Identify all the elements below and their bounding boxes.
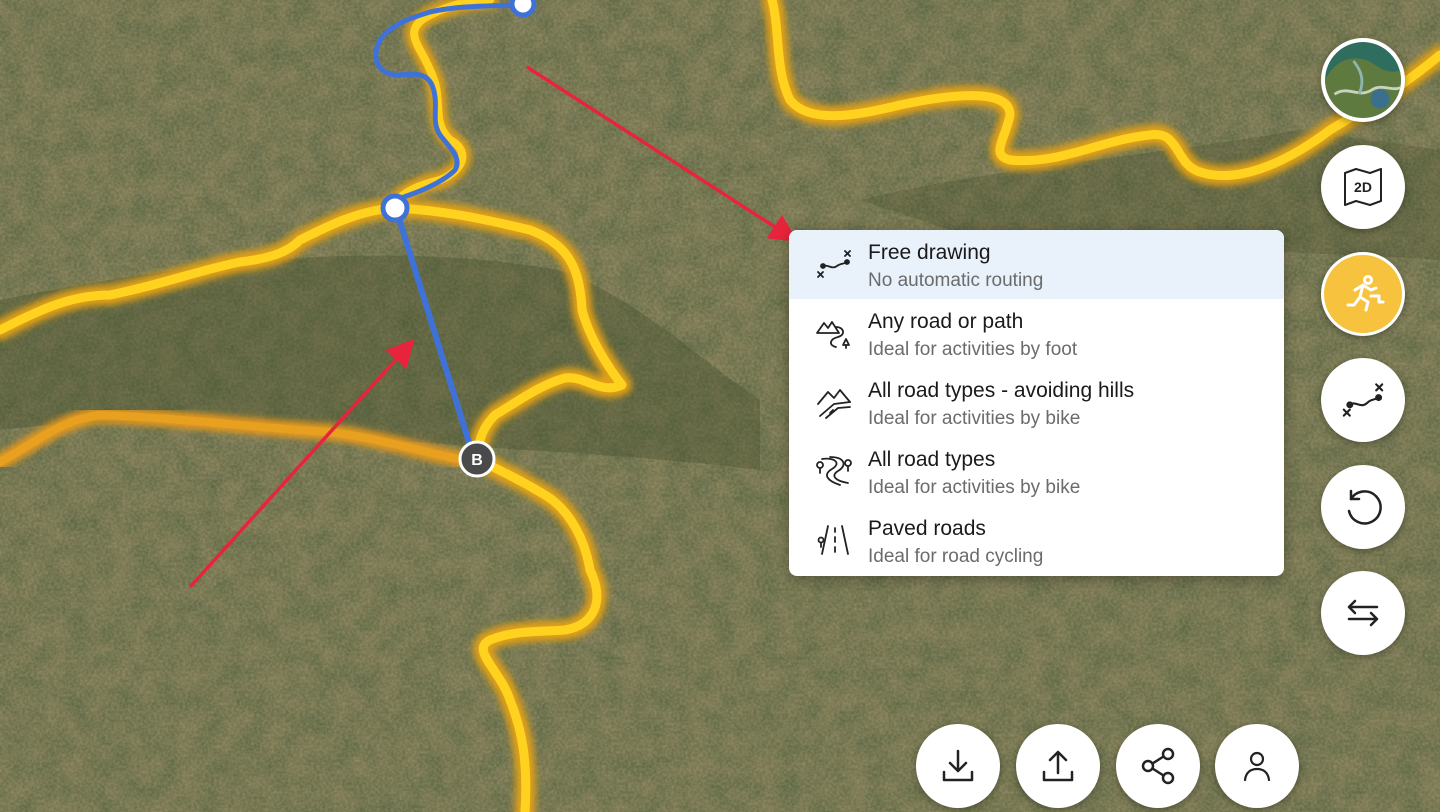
activity-button[interactable] xyxy=(1321,252,1405,336)
waypoint-marker[interactable] xyxy=(509,0,537,18)
routing-mode-menu: Free drawing No automatic routing Any ro… xyxy=(789,230,1284,576)
share-button[interactable] xyxy=(1116,724,1200,808)
free-drawing-icon xyxy=(1342,383,1384,417)
menu-item-subtitle: No automatic routing xyxy=(868,270,1044,291)
paved-road-icon xyxy=(817,525,849,555)
menu-item-subtitle: Ideal for road cycling xyxy=(868,546,1044,567)
share-icon xyxy=(1141,747,1175,785)
account-button[interactable] xyxy=(1215,724,1299,808)
runner-icon xyxy=(1346,275,1385,312)
trail-icon xyxy=(816,321,850,349)
undo-button[interactable] xyxy=(1321,465,1405,549)
user-icon xyxy=(1243,751,1271,782)
end-marker-b[interactable]: B xyxy=(458,440,496,478)
menu-item-title: All road types - avoiding hills xyxy=(868,379,1135,402)
menu-item-title: Any road or path xyxy=(868,310,1024,333)
hills-road-icon xyxy=(817,389,851,419)
menu-item-title: Free drawing xyxy=(868,241,991,264)
download-icon xyxy=(942,749,974,782)
swap-arrows-icon xyxy=(1347,599,1379,627)
menu-item-subtitle: Ideal for activities by bike xyxy=(868,477,1081,498)
menu-item-subtitle: Ideal for activities by bike xyxy=(868,408,1081,429)
free-drawing-icon xyxy=(817,250,851,278)
menu-item-subtitle: Ideal for activities by foot xyxy=(868,339,1078,360)
upload-button[interactable] xyxy=(1016,724,1100,808)
waypoint-marker[interactable] xyxy=(380,193,410,223)
menu-item-paved-roads[interactable]: Paved roads Ideal for road cycling xyxy=(789,506,1284,575)
map-layer-button[interactable] xyxy=(1321,38,1405,122)
view-mode-2d-button[interactable]: 2D xyxy=(1321,145,1405,229)
map-2d-icon: 2D xyxy=(1344,168,1382,206)
download-button[interactable] xyxy=(916,724,1000,808)
reverse-route-button[interactable] xyxy=(1321,571,1405,655)
menu-item-free-drawing[interactable]: Free drawing No automatic routing xyxy=(789,230,1284,299)
menu-item-any-road-or-path[interactable]: Any road or path Ideal for activities by… xyxy=(789,299,1284,368)
menu-item-avoiding-hills[interactable]: All road types - avoiding hills Ideal fo… xyxy=(789,368,1284,437)
svg-text:2D: 2D xyxy=(1354,179,1372,195)
menu-item-all-road-types[interactable]: All road types Ideal for activities by b… xyxy=(789,437,1284,506)
upload-icon xyxy=(1042,750,1074,782)
globe-thumbnail-icon xyxy=(1325,42,1401,118)
routing-mode-button[interactable] xyxy=(1321,358,1405,442)
menu-item-title: All road types xyxy=(868,448,996,471)
menu-item-title: Paved roads xyxy=(868,517,986,540)
winding-road-icon xyxy=(816,456,852,486)
end-marker-label: B xyxy=(471,452,483,469)
undo-icon xyxy=(1347,489,1382,525)
